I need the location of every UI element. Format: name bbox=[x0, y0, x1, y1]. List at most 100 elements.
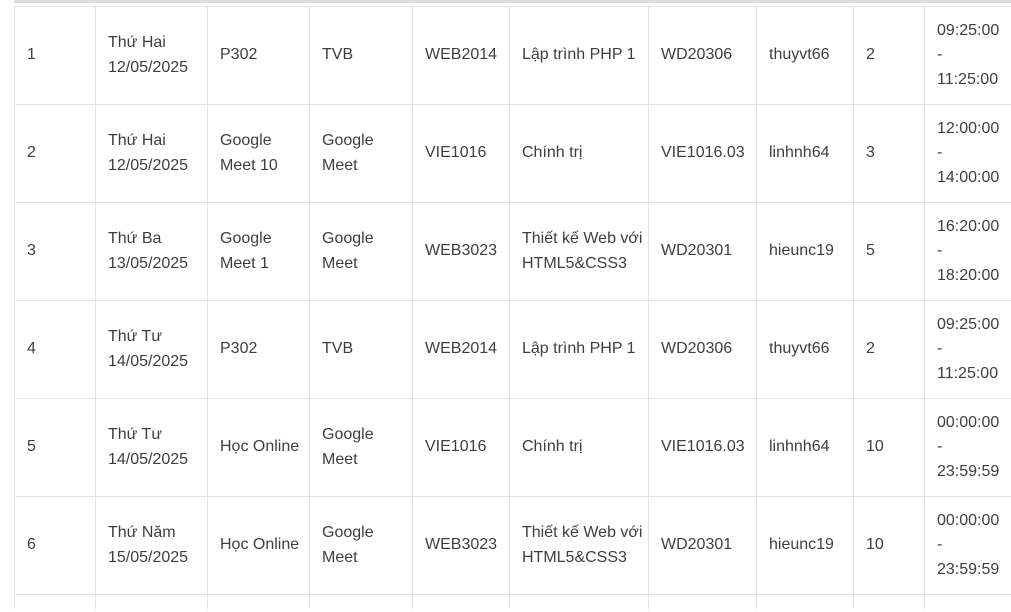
table-row: 4 Thứ Tư 14/05/2025 P302 TVB WEB2014 Lập … bbox=[14, 300, 1011, 399]
time-separator: - bbox=[937, 340, 943, 358]
cell-stt: 5 bbox=[14, 398, 96, 497]
cell-subject-name: Thiết kế Web với HTML5&CSS3 bbox=[509, 496, 649, 595]
time-separator: - bbox=[937, 144, 943, 162]
time-end: 18:20:00 bbox=[937, 266, 1000, 284]
cell-room: Học Online bbox=[207, 496, 310, 595]
cell-stt: 6 bbox=[14, 496, 96, 595]
time-end: 11:25:00 bbox=[937, 70, 999, 88]
day-label: Thứ Tư bbox=[108, 426, 163, 443]
cell-subject-name: Chính trị bbox=[509, 104, 649, 203]
cell-subject-name: Thiết kế Web với HTML5&CSS3 bbox=[509, 202, 649, 301]
cell-subject-code: WEB2014 bbox=[412, 300, 510, 399]
table-row: 1 Thứ Hai 12/05/2025 P302 TVB WEB2014 Lập… bbox=[14, 6, 1011, 105]
cell-lecturer: linhnh64 bbox=[756, 104, 854, 203]
cell-empty bbox=[756, 594, 854, 609]
cell-class-code: VIE1016.03 bbox=[648, 104, 757, 203]
cell-subject-code: VIE1016 bbox=[412, 104, 510, 203]
cell-time: 16:20:00 - 18:20:00 bbox=[924, 202, 1011, 301]
cell-location: Google Meet bbox=[309, 496, 413, 595]
cell-location: Google Meet bbox=[309, 104, 413, 203]
cell-shift: 5 bbox=[853, 202, 925, 301]
cell-room: P302 bbox=[207, 300, 310, 399]
schedule-table: 1 Thứ Hai 12/05/2025 P302 TVB WEB2014 Lập… bbox=[14, 6, 1011, 609]
cell-stt: 2 bbox=[14, 104, 96, 203]
cell-subject-code: VIE1016 bbox=[412, 398, 510, 497]
cell-class-code: WD20306 bbox=[648, 6, 757, 105]
time-separator: - bbox=[937, 46, 943, 64]
cell-stt: 4 bbox=[14, 300, 96, 399]
time-end: 23:59:59 bbox=[937, 560, 1000, 578]
cell-class-code: WD20306 bbox=[648, 300, 757, 399]
cell-room: Google Meet 10 bbox=[207, 104, 310, 203]
cell-room: Học Online bbox=[207, 398, 310, 497]
time-separator: - bbox=[937, 536, 943, 554]
time-start: 16:20:00 bbox=[937, 217, 1000, 235]
cell-time: 09:25:00 - 11:25:00 bbox=[924, 6, 1011, 105]
cell-shift: 3 bbox=[853, 104, 925, 203]
cell-subject-name: Lập trình PHP 1 bbox=[509, 300, 649, 399]
cell-shift: 10 bbox=[853, 398, 925, 497]
cell-empty bbox=[509, 594, 649, 609]
cell-subject-code: WEB3023 bbox=[412, 496, 510, 595]
time-end: 23:59:59 bbox=[937, 462, 1000, 480]
cell-day-date: Thứ Tư 14/05/2025 bbox=[95, 398, 208, 497]
cell-empty bbox=[207, 594, 310, 609]
cell-stt: 1 bbox=[14, 6, 96, 105]
cell-day-date: Thứ Hai 12/05/2025 bbox=[95, 6, 208, 105]
day-label: Thứ Tư bbox=[108, 328, 163, 345]
cell-empty bbox=[309, 594, 413, 609]
time-start: 09:25:00 bbox=[937, 315, 1000, 333]
cell-shift: 10 bbox=[853, 496, 925, 595]
cell-room: Google Meet 1 bbox=[207, 202, 310, 301]
time-start: 12:00:00 bbox=[937, 119, 1000, 137]
cell-empty bbox=[924, 594, 1011, 609]
cell-empty bbox=[412, 594, 510, 609]
cell-day-date: Thứ Hai 12/05/2025 bbox=[95, 104, 208, 203]
time-separator: - bbox=[937, 438, 943, 456]
day-label: Thứ Ba bbox=[108, 230, 162, 247]
time-start: 00:00:00 bbox=[937, 413, 1000, 431]
time-start: 09:25:00 bbox=[937, 21, 1000, 39]
day-label: Thứ Năm bbox=[108, 524, 176, 541]
table-row: 2 Thứ Hai 12/05/2025 Google Meet 10 Googl… bbox=[14, 104, 1011, 203]
table-row: 3 Thứ Ba 13/05/2025 Google Meet 1 Google … bbox=[14, 202, 1011, 301]
table-row: 6 Thứ Năm 15/05/2025 Học Online Google Me… bbox=[14, 496, 1011, 595]
cell-shift: 2 bbox=[853, 6, 925, 105]
cell-location: TVB bbox=[309, 6, 413, 105]
date-label: 14/05/2025 bbox=[108, 352, 189, 370]
cell-day-date: Thứ Ba 13/05/2025 bbox=[95, 202, 208, 301]
cell-time: 09:25:00 - 11:25:00 bbox=[924, 300, 1011, 399]
time-end: 11:25:00 bbox=[937, 364, 999, 382]
day-label: Thứ Hai bbox=[108, 132, 166, 149]
time-start: 00:00:00 bbox=[937, 511, 1000, 529]
cell-class-code: VIE1016.03 bbox=[648, 398, 757, 497]
cell-subject-name: Lập trình PHP 1 bbox=[509, 6, 649, 105]
schedule-table-wrapper: 1 Thứ Hai 12/05/2025 P302 TVB WEB2014 Lập… bbox=[14, 0, 1011, 609]
cell-location: TVB bbox=[309, 300, 413, 399]
cell-location: Google Meet bbox=[309, 398, 413, 497]
cell-day-date: Thứ Tư 14/05/2025 bbox=[95, 300, 208, 399]
date-label: 12/05/2025 bbox=[108, 58, 189, 76]
day-label: Thứ Hai bbox=[108, 34, 166, 51]
cell-day-date: Thứ Năm 15/05/2025 bbox=[95, 496, 208, 595]
cell-class-code: WD20301 bbox=[648, 496, 757, 595]
cell-time: 00:00:00 - 23:59:59 bbox=[924, 496, 1011, 595]
cell-lecturer: thuyvt66 bbox=[756, 300, 854, 399]
cell-subject-code: WEB2014 bbox=[412, 6, 510, 105]
date-label: 13/05/2025 bbox=[108, 254, 189, 272]
cell-time: 12:00:00 - 14:00:00 bbox=[924, 104, 1011, 203]
cell-time: 00:00:00 - 23:59:59 bbox=[924, 398, 1011, 497]
date-label: 12/05/2025 bbox=[108, 156, 189, 174]
cell-lecturer: linhnh64 bbox=[756, 398, 854, 497]
cell-room: P302 bbox=[207, 6, 310, 105]
cell-empty bbox=[648, 594, 757, 609]
cell-empty bbox=[14, 594, 96, 609]
cell-class-code: WD20301 bbox=[648, 202, 757, 301]
table-row-partial bbox=[14, 594, 1011, 609]
cell-empty bbox=[95, 594, 208, 609]
cell-empty bbox=[853, 594, 925, 609]
time-end: 14:00:00 bbox=[937, 168, 1000, 186]
date-label: 14/05/2025 bbox=[108, 450, 189, 468]
table-row: 5 Thứ Tư 14/05/2025 Học Online Google Mee… bbox=[14, 398, 1011, 497]
cell-lecturer: hieunc19 bbox=[756, 496, 854, 595]
